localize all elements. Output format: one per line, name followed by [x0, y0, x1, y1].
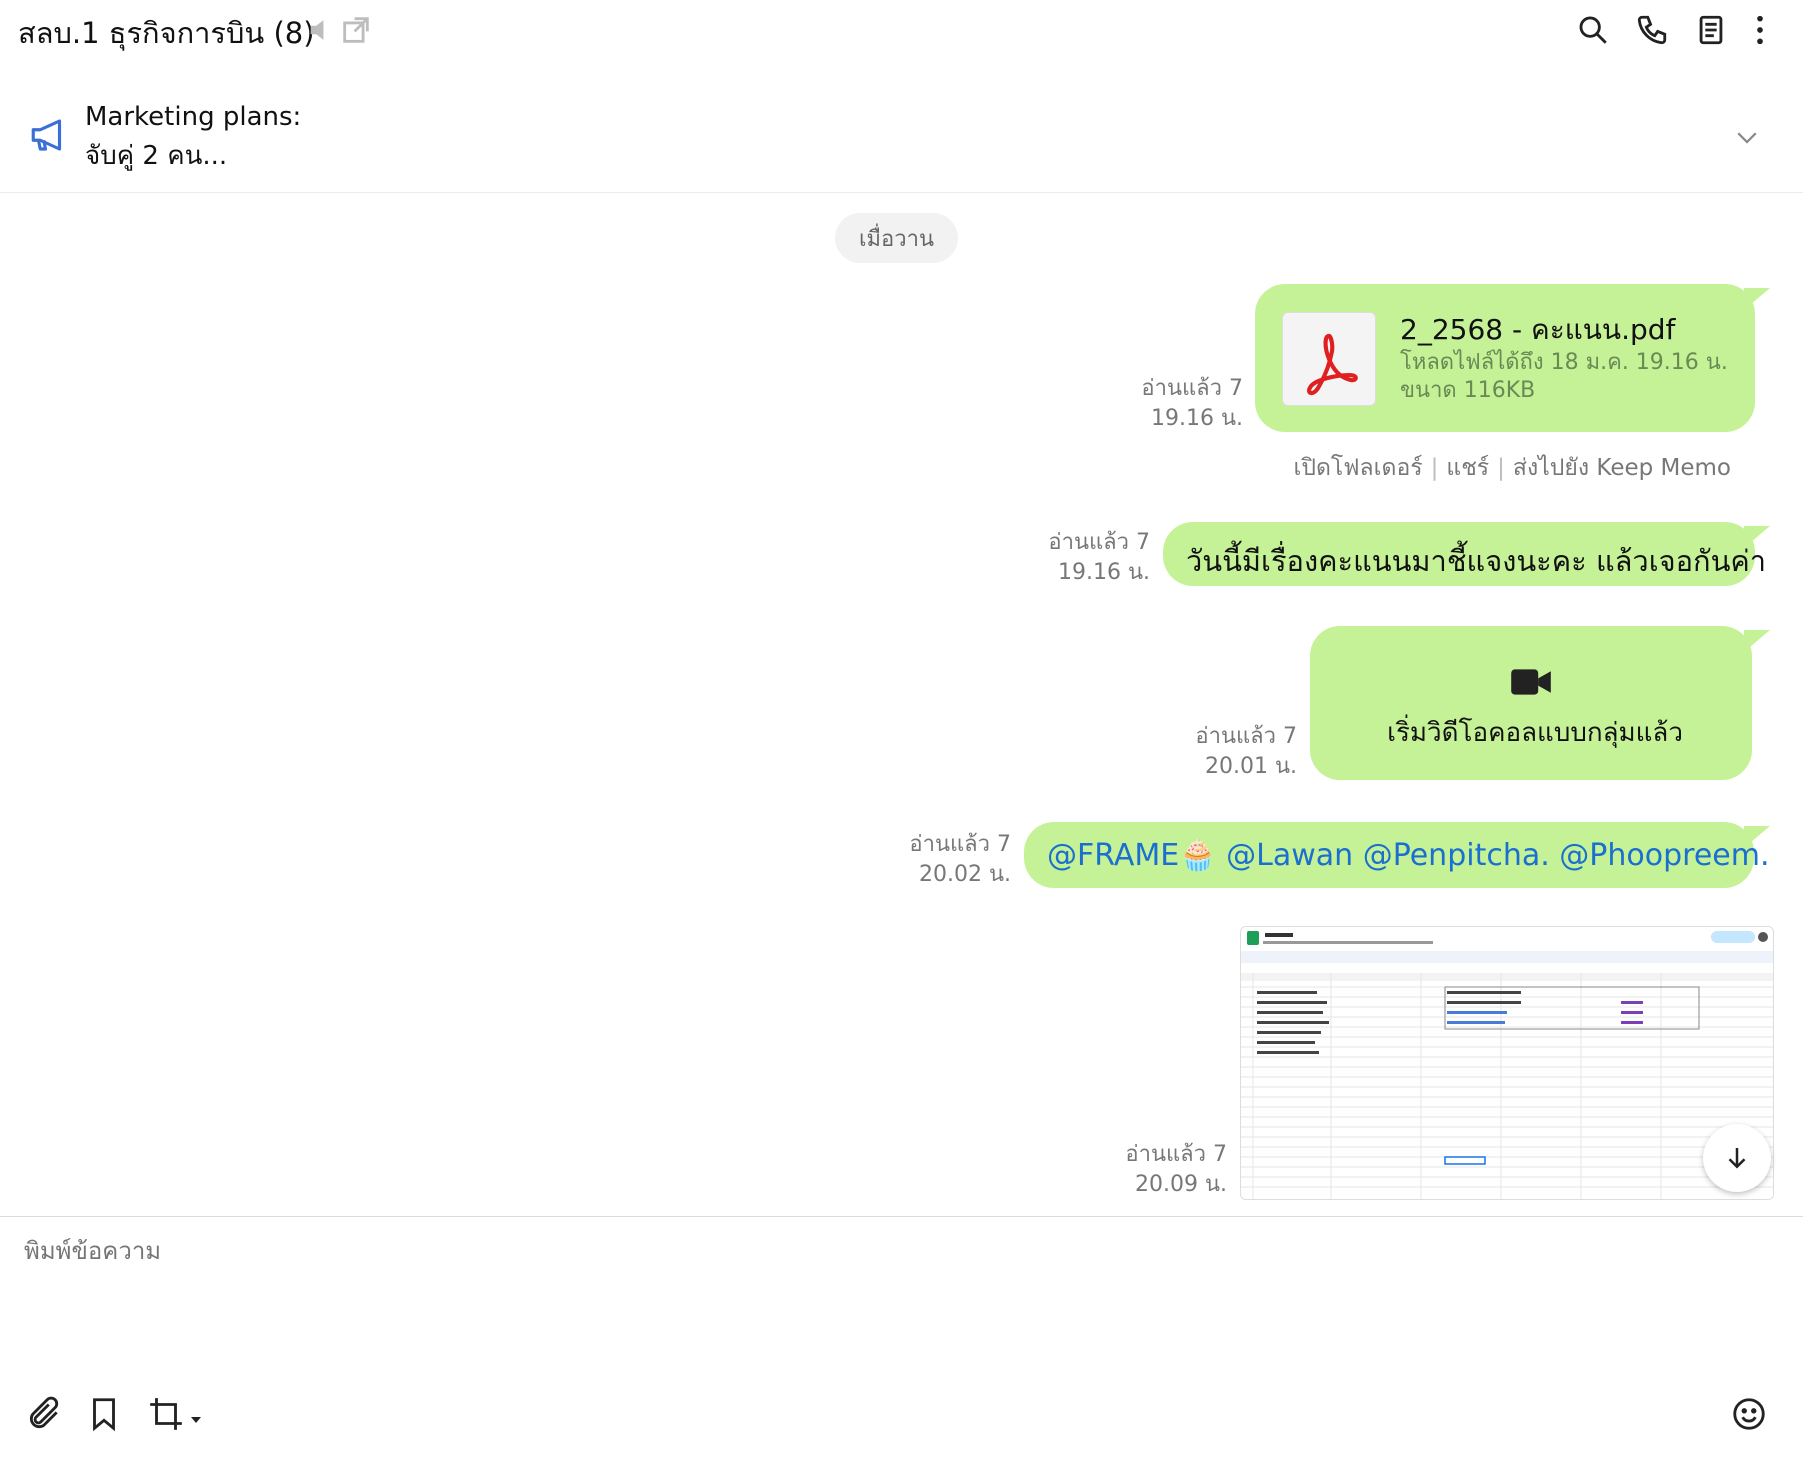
- mention-text[interactable]: @FRAME🧁 @Lawan @Penpitcha. @Phoopreem.: [1047, 838, 1770, 873]
- open-external-icon[interactable]: [336, 10, 376, 50]
- chat-title: สลบ.1 ธุรกิจการบิน (8): [18, 16, 315, 50]
- crop-screenshot-icon[interactable]: [144, 1392, 188, 1436]
- message-time: 19.16 น.: [1150, 406, 1243, 431]
- share-link[interactable]: แชร์: [1446, 455, 1489, 481]
- message-input[interactable]: [22, 1236, 1726, 1266]
- read-receipt: อ่านแล้ว 7: [909, 832, 1011, 857]
- read-receipt: อ่านแล้ว 7: [1141, 376, 1243, 401]
- more-vertical-icon[interactable]: [1740, 10, 1780, 50]
- bubble-tail: [1744, 630, 1770, 652]
- image-message[interactable]: [1240, 926, 1774, 1200]
- chat-header: สลบ.1 ธุรกิจการบิน (8): [0, 0, 1803, 60]
- chevron-down-icon[interactable]: [1732, 122, 1762, 152]
- scroll-to-bottom-button[interactable]: [1703, 1124, 1771, 1192]
- announcement-title: Marketing plans:: [85, 102, 302, 132]
- megaphone-icon: [28, 114, 70, 156]
- send-to-keep-link[interactable]: ส่งไปยัง Keep Memo: [1513, 455, 1731, 481]
- phone-icon[interactable]: [1632, 10, 1672, 50]
- video-camera-icon: [1509, 664, 1553, 700]
- announcement-preview: จับคู่ 2 คน...: [85, 141, 228, 171]
- message-time: 20.02 น.: [918, 862, 1011, 887]
- emoji-icon[interactable]: [1727, 1392, 1771, 1436]
- video-call-text: เริ่มวิดีโอคอลแบบกลุ่มแล้ว: [1387, 718, 1683, 748]
- message-time: 19.16 น.: [1057, 560, 1150, 585]
- separator: |: [1430, 455, 1439, 481]
- bookmark-icon[interactable]: [82, 1392, 126, 1436]
- message-time: 20.01 น.: [1204, 754, 1297, 779]
- message-time: 20.09 น.: [1134, 1172, 1227, 1197]
- caret-down-icon[interactable]: [190, 1410, 202, 1423]
- announcement-banner[interactable]: [0, 78, 1803, 193]
- video-call-bubble[interactable]: [1310, 626, 1752, 780]
- pdf-file-icon: [1282, 312, 1376, 406]
- file-actions: เปิดโฟลเดอร์ | แชร์ | ส่งไปยัง Keep Memo: [1294, 450, 1731, 486]
- open-folder-link[interactable]: เปิดโฟลเดอร์: [1294, 455, 1423, 481]
- message-text: วันนี้มีเรื่องคะแนนมาชี้แจงนะคะ แล้วเจอก…: [1186, 544, 1767, 578]
- read-receipt: อ่านแล้ว 7: [1195, 724, 1297, 749]
- bubble-tail: [1744, 288, 1770, 310]
- attachment-icon[interactable]: [22, 1392, 66, 1436]
- read-receipt: อ่านแล้ว 7: [1125, 1142, 1227, 1167]
- date-separator: เมื่อวาน: [835, 213, 958, 263]
- file-size: ขนาด 116KB: [1400, 378, 1536, 403]
- search-icon[interactable]: [1573, 10, 1613, 50]
- read-receipt: อ่านแล้ว 7: [1048, 530, 1150, 555]
- notes-icon[interactable]: [1691, 10, 1731, 50]
- separator: |: [1497, 455, 1505, 481]
